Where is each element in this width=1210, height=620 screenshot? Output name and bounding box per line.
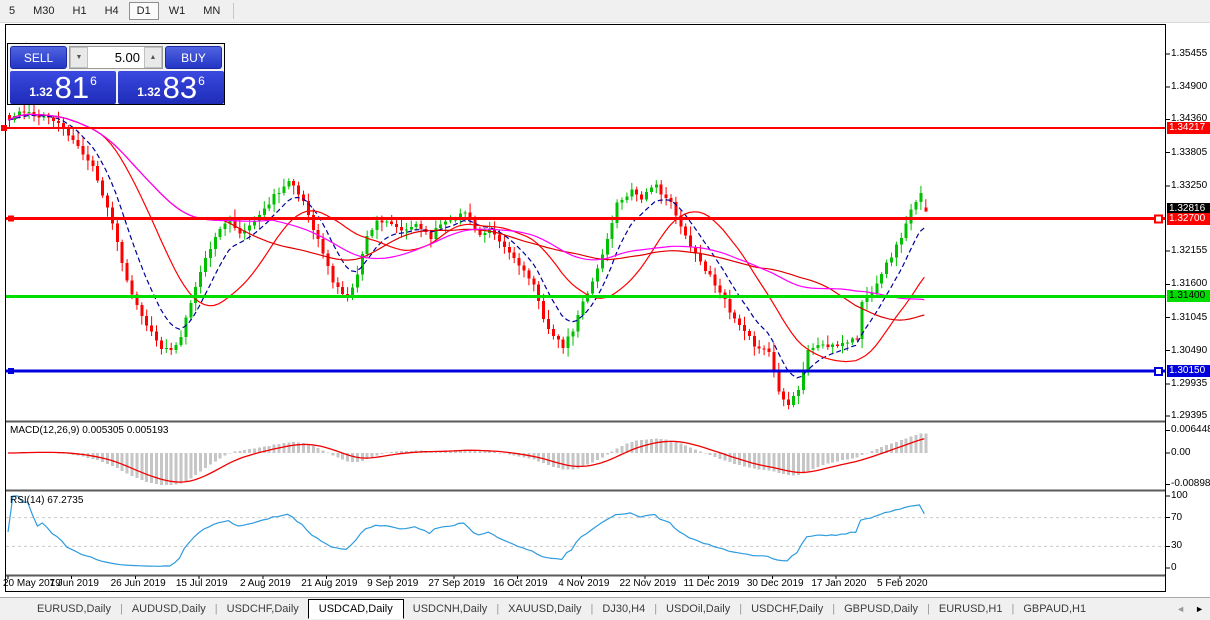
rsi-label: RSI(14) 67.2735	[10, 495, 83, 506]
date-tick-label: 5 Feb 2020	[877, 578, 928, 589]
volume-value[interactable]: 5.00	[88, 47, 144, 68]
chart-tab-gbpaud-h1[interactable]: GBPAUD,H1	[1014, 600, 1095, 618]
price-tick-label: 1.31045	[1171, 312, 1207, 324]
chart-tab-usdoil-daily[interactable]: USDOil,Daily	[657, 600, 739, 618]
ask-big-digits: 83	[163, 74, 197, 102]
chart-tab-gbpusd-daily[interactable]: GBPUSD,Daily	[835, 600, 927, 618]
price-tick-label: 1.32155	[1171, 245, 1207, 257]
date-tick-label: 15 Jul 2019	[176, 578, 228, 589]
rsi-axis-label: 30	[1171, 540, 1182, 552]
chart-tab-xauusd-daily[interactable]: XAUUSD,Daily	[499, 600, 590, 618]
bid-big-digits: 81	[55, 74, 89, 102]
price-tick-label: 1.29395	[1171, 410, 1207, 422]
price-tick-label: 1.35455	[1171, 48, 1207, 60]
ask-price-button[interactable]: 1.32 83 6	[118, 71, 224, 104]
chart-tab-dj30-h4[interactable]: DJ30,H4	[593, 600, 654, 618]
hline-price-label[interactable]: 1.34217	[1167, 122, 1210, 134]
date-tick-label: 16 Oct 2019	[493, 578, 547, 589]
macd-axis-label: 0.006448	[1171, 424, 1210, 436]
chart-tab-usdchf-daily[interactable]: USDCHF,Daily	[218, 600, 308, 618]
tab-scroll-left-icon[interactable]: ◄	[1176, 604, 1185, 614]
one-click-trading-panel: SELL ▼ 5.00 ▲ BUY 1.32 81 6 1.32 83 6	[7, 43, 225, 105]
date-tick-label: 27 Sep 2019	[428, 578, 485, 589]
volume-decrease-button[interactable]: ▼	[70, 47, 88, 68]
hline-price-label[interactable]: 1.31400	[1167, 290, 1210, 302]
date-tick-label: 30 Dec 2019	[747, 578, 804, 589]
volume-increase-button[interactable]: ▲	[144, 47, 162, 68]
macd-signal-value: 0.005193	[127, 425, 169, 436]
chart-tab-audusd-daily[interactable]: AUDUSD,Daily	[123, 600, 215, 618]
price-tick-label: 1.33805	[1171, 147, 1207, 159]
chart-tab-usdcnh-daily[interactable]: USDCNH,Daily	[404, 600, 497, 618]
chart-tab-usdchf-daily[interactable]: USDCHF,Daily	[742, 600, 832, 618]
date-tick-label: 2 Aug 2019	[240, 578, 291, 589]
chart-tab-bar: EURUSD,Daily|AUDUSD,Daily|USDCHF,DailyUS…	[0, 597, 1210, 620]
ask-prefix: 1.32	[137, 85, 160, 99]
date-tick-label: 9 Sep 2019	[367, 578, 418, 589]
macd-label: MACD(12,26,9) 0.005305 0.005193	[10, 425, 168, 436]
date-tick-label: 26 Jun 2019	[111, 578, 166, 589]
macd-main-value: 0.005305	[82, 425, 124, 436]
rsi-value: 67.2735	[47, 495, 83, 506]
bid-pipette: 6	[90, 74, 97, 88]
bid-prefix: 1.32	[29, 85, 52, 99]
price-tick-label: 1.29935	[1171, 378, 1207, 390]
volume-stepper: ▼ 5.00 ▲	[69, 46, 163, 69]
bid-price-button[interactable]: 1.32 81 6	[10, 71, 116, 104]
price-tick-label: 1.31600	[1171, 278, 1207, 290]
macd-axis-label: -0.008982	[1171, 478, 1210, 490]
price-tick-label: 1.33250	[1171, 180, 1207, 192]
chart-tab-eurusd-h1[interactable]: EURUSD,H1	[930, 600, 1012, 618]
date-tick-label: 22 Nov 2019	[619, 578, 676, 589]
tab-scroll-arrows: ◄►	[1176, 604, 1204, 614]
hline-price-label[interactable]: 1.32700	[1167, 213, 1210, 225]
rsi-axis-label: 70	[1171, 512, 1182, 524]
chevron-up-icon: ▲	[150, 54, 157, 61]
tab-scroll-right-icon[interactable]: ►	[1195, 604, 1204, 614]
ask-pipette: 6	[198, 74, 205, 88]
chevron-down-icon: ▼	[76, 54, 83, 61]
mt4-window: 5M30H1H4D1W1MN ▲ USDCAD,Daily 1.32884 1.…	[0, 0, 1210, 620]
chart-tab-eurusd-daily[interactable]: EURUSD,Daily	[28, 600, 120, 618]
date-tick-label: 11 Dec 2019	[684, 578, 740, 589]
rsi-axis-label: 0	[1171, 562, 1177, 574]
rsi-axis-label: 100	[1171, 490, 1188, 502]
date-tick-label: 17 Jan 2020	[811, 578, 866, 589]
sell-button[interactable]: SELL	[10, 46, 67, 69]
macd-axis-label: 0.00	[1171, 447, 1190, 459]
price-tick-label: 1.34900	[1171, 81, 1207, 93]
buy-button[interactable]: BUY	[165, 46, 222, 69]
date-tick-label: 4 Nov 2019	[558, 578, 609, 589]
date-tick-label: 7 Jun 2019	[49, 578, 99, 589]
hline-price-label[interactable]: 1.30150	[1167, 365, 1210, 377]
price-tick-label: 1.30490	[1171, 345, 1207, 357]
date-tick-label: 21 Aug 2019	[301, 578, 357, 589]
chart-tab-usdcad-daily[interactable]: USDCAD,Daily	[308, 599, 404, 619]
